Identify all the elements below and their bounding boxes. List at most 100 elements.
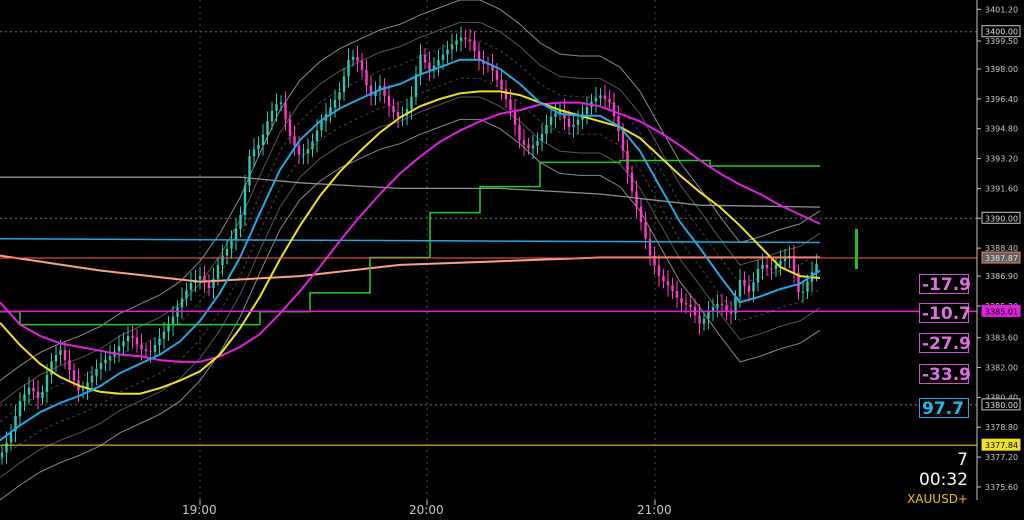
candle-body: [122, 341, 125, 347]
candle-body: [158, 338, 161, 346]
y-tick-label: 3382.00: [985, 364, 1018, 373]
candle-body: [599, 95, 602, 99]
candle-body: [594, 98, 598, 102]
candle-body: [284, 102, 287, 120]
horizontal-levels: [0, 257, 977, 446]
candle-body: [342, 76, 346, 93]
candle-body: [239, 215, 242, 229]
candle-body: [518, 125, 521, 141]
candle-body: [671, 285, 674, 292]
candle-body: [752, 282, 755, 292]
candle-body: [5, 442, 8, 453]
ma-magenta-line: [0, 101, 821, 363]
candle-body: [473, 41, 476, 52]
candle-body: [338, 92, 341, 100]
candle-body: [527, 144, 530, 149]
candle-body: [293, 136, 296, 146]
candle-body: [45, 375, 49, 392]
candle-body: [644, 222, 647, 239]
candle-body: [189, 282, 193, 291]
candle-body: [621, 131, 625, 151]
price-label-text: 3387.87: [985, 254, 1018, 263]
candle-body: [410, 96, 413, 109]
band-line: [0, 40, 821, 423]
y-tick-label: 3386.90: [985, 272, 1018, 281]
candle-body: [504, 89, 508, 100]
candle-body: [221, 255, 224, 266]
band-line: [0, 96, 821, 479]
candle-body: [666, 281, 670, 286]
candle-body: [585, 107, 589, 114]
candle-body: [333, 99, 337, 108]
candle-body: [288, 119, 292, 137]
candle-body: [450, 44, 454, 50]
candle-body: [135, 337, 139, 345]
candle-body: [396, 112, 400, 118]
y-tick-label: 3401.20: [985, 5, 1018, 14]
price-chart[interactable]: 3401.20 3399.50 3398.00 3396.40 3394.80 3393.…: [0, 0, 1024, 520]
candle-body: [207, 281, 211, 288]
candle-body: [774, 264, 778, 270]
candle-body: [617, 116, 620, 132]
y-tick-label: 3394.80: [985, 125, 1018, 134]
candle-body: [446, 49, 449, 55]
candle-body: [684, 302, 688, 305]
candle-body: [779, 260, 782, 265]
candle-body: [234, 228, 238, 241]
candle-body: [315, 130, 319, 142]
candle-body: [149, 351, 152, 353]
candle-body: [455, 40, 458, 45]
candle-body: [320, 120, 323, 131]
candle-body: [468, 39, 472, 42]
indicator-value-5: 97.7: [919, 398, 969, 419]
candle-body: [365, 70, 368, 86]
candle-body: [567, 118, 571, 127]
candle-body: [423, 54, 427, 63]
candle-body: [716, 304, 719, 308]
candle-body: [90, 375, 94, 383]
candle-body: [392, 105, 395, 113]
candle-body: [572, 124, 575, 127]
candle-body: [248, 156, 251, 186]
y-tick-label: 3383.60: [985, 334, 1018, 343]
candle-body: [747, 285, 751, 292]
candle-body: [756, 269, 760, 283]
candle-body: [522, 140, 526, 145]
candle-body: [108, 356, 112, 360]
candle-body: [225, 248, 229, 256]
level-grey-line: [0, 176, 821, 208]
candle-body: [419, 54, 422, 75]
candle-body: [216, 265, 220, 279]
candle-body: [270, 110, 274, 122]
indicator-value-3: -27.9: [919, 333, 971, 354]
candle-body: [801, 291, 805, 293]
candle-body: [549, 116, 553, 125]
price-label-text: 3390.00: [985, 214, 1018, 223]
candle-body: [261, 134, 265, 146]
candle-body: [306, 149, 310, 154]
indicator-value-1: -17.9: [919, 274, 971, 295]
y-tick-label: 3375.60: [985, 483, 1018, 492]
candle-body: [428, 62, 431, 71]
candle-body: [297, 145, 301, 155]
candle-body: [531, 145, 535, 149]
candle-body: [729, 311, 733, 314]
candle-body: [608, 98, 611, 103]
band-lines: [0, 0, 821, 501]
candle-body: [266, 121, 269, 135]
candle-body: [279, 102, 283, 105]
candle-body: [257, 145, 260, 150]
candle-body: [576, 119, 580, 125]
candle-body: [27, 387, 31, 395]
candle-body: [0, 452, 4, 458]
countdown-seconds: 00:32: [919, 470, 968, 490]
candle-body: [698, 315, 701, 324]
candle-body: [720, 304, 724, 306]
chart-gridlines: [0, 0, 977, 500]
candle-body: [459, 37, 463, 41]
candle-body: [167, 325, 170, 332]
candle-body: [23, 394, 26, 402]
price-label-text: 3380.00: [985, 401, 1018, 410]
candle-body: [185, 290, 188, 299]
candle-body: [464, 37, 467, 40]
